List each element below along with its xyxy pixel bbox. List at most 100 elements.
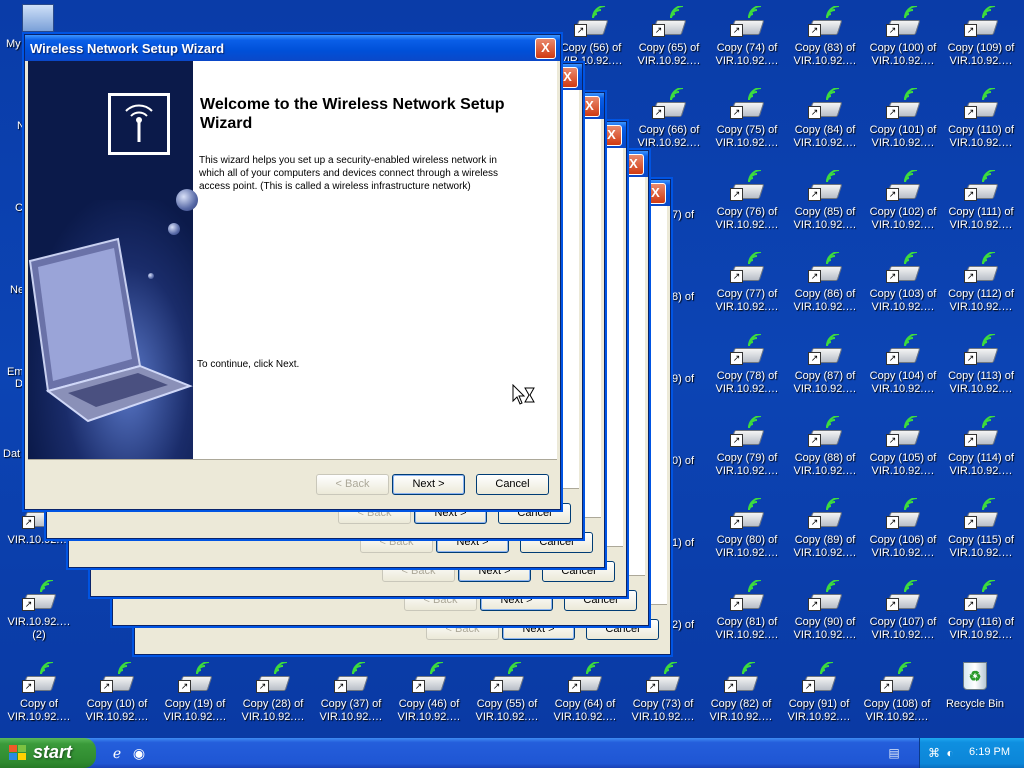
title-bar[interactable]: Wireless Network Setup Wizard [25, 35, 560, 61]
wireless-shortcut-icon: ↗ [651, 88, 687, 120]
desktop-icon-left-b[interactable]: ↗ VIR.10.92.… (2) [0, 578, 78, 648]
desktop-icon-bottom2[interactable]: ↗ Copy (19) of VIR.10.92.… [156, 660, 234, 730]
wireless-shortcut-icon: ↗ [729, 498, 765, 530]
wireless-shortcut-icon: ↗ [885, 416, 921, 448]
desktop-icon-r6c2[interactable]: ↗ Copy (106) of VIR.10.92.… [864, 496, 942, 566]
clock[interactable]: 6:19 PM [969, 746, 1010, 758]
laptop-illustration [28, 231, 193, 461]
next-button[interactable]: Next > [392, 474, 465, 495]
internet-explorer-icon[interactable]: ℯ [108, 744, 126, 762]
desktop-icon-r2c0[interactable]: ↗ Copy (76) of VIR.10.92.… [708, 168, 786, 238]
desktop-icon-r1c3[interactable]: ↗ Copy (101) of VIR.10.92.… [864, 86, 942, 156]
back-button[interactable]: < Back [316, 474, 389, 495]
desktop-icon-r3c1[interactable]: ↗ Copy (86) of VIR.10.92.… [786, 250, 864, 320]
close-button[interactable]: X [535, 38, 556, 59]
wizard-window[interactable]: Wireless Network Setup Wizard X Welcome to… [24, 34, 561, 510]
desktop-icon-r0c2[interactable]: ↗ Copy (74) of VIR.10.92.… [708, 4, 786, 74]
wireless-shortcut-icon: ↗ [729, 334, 765, 366]
desktop-icon-r0c5[interactable]: ↗ Copy (109) of VIR.10.92.… [942, 4, 1020, 74]
desktop-icon-bottom8[interactable]: ↗ Copy (73) of VIR.10.92.… [624, 660, 702, 730]
wireless-shortcut-icon: ↗ [729, 170, 765, 202]
desktop-icon-r3c0[interactable]: ↗ Copy (77) of VIR.10.92.… [708, 250, 786, 320]
desktop-icon-r5c3[interactable]: ↗ Copy (114) of VIR.10.92.… [942, 414, 1020, 484]
desktop-icon-r0c4[interactable]: ↗ Copy (100) of VIR.10.92.… [864, 4, 942, 74]
desktop-icon-bottom11[interactable]: ↗ Copy (108) of VIR.10.92.… [858, 660, 936, 730]
network-icon[interactable]: ⌘ [926, 745, 942, 761]
desktop-icon-r0c1[interactable]: ↗ Copy (65) of VIR.10.92.… [630, 4, 708, 74]
desktop-icon-bottom6[interactable]: ↗ Copy (55) of VIR.10.92.… [468, 660, 546, 730]
partial-icon-label: 9) of [672, 373, 695, 385]
desktop-icon-r4c2[interactable]: ↗ Copy (104) of VIR.10.92.… [864, 332, 942, 402]
desktop-icon-r4c1[interactable]: ↗ Copy (87) of VIR.10.92.… [786, 332, 864, 402]
desktop-icon-r1c2[interactable]: ↗ Copy (84) of VIR.10.92.… [786, 86, 864, 156]
wireless-shortcut-icon: ↗ [963, 88, 999, 120]
desktop-icon-r7c1[interactable]: ↗ Copy (90) of VIR.10.92.… [786, 578, 864, 648]
desktop-icon-r1c1[interactable]: ↗ Copy (75) of VIR.10.92.… [708, 86, 786, 156]
wireless-shortcut-icon: ↗ [879, 662, 915, 694]
partial-icon-label: 8) of [672, 291, 695, 303]
cancel-button[interactable]: Cancel [476, 474, 549, 495]
desktop-icon-r2c2[interactable]: ↗ Copy (102) of VIR.10.92.… [864, 168, 942, 238]
desktop-icon-r4c0[interactable]: ↗ Copy (78) of VIR.10.92.… [708, 332, 786, 402]
desktop-icon-r6c0[interactable]: ↗ Copy (80) of VIR.10.92.… [708, 496, 786, 566]
wireless-shortcut-icon: ↗ [963, 252, 999, 284]
wireless-shortcut-icon: ↗ [489, 662, 525, 694]
desktop-icon-r5c0[interactable]: ↗ Copy (79) of VIR.10.92.… [708, 414, 786, 484]
partial-icon-label: Em [7, 366, 24, 378]
wizard-description: This wizard helps you set up a security-… [199, 155, 499, 192]
my-computer-icon[interactable] [22, 4, 54, 32]
start-label: start [33, 742, 73, 762]
wireless-shortcut-icon: ↗ [723, 662, 759, 694]
wireless-shortcut-icon: ↗ [729, 252, 765, 284]
desktop-icon-r6c1[interactable]: ↗ Copy (89) of VIR.10.92.… [786, 496, 864, 566]
recycle-bin[interactable]: ♻ Recycle Bin [936, 660, 1014, 730]
wireless-shortcut-icon: ↗ [963, 6, 999, 38]
desktop-icon-r5c1[interactable]: ↗ Copy (88) of VIR.10.92.… [786, 414, 864, 484]
desktop-icon-r3c3[interactable]: ↗ Copy (112) of VIR.10.92.… [942, 250, 1020, 320]
wireless-antenna-icon [108, 93, 170, 155]
desktop-icon-r3c2[interactable]: ↗ Copy (103) of VIR.10.92.… [864, 250, 942, 320]
system-tray: ⌘ ◐ 6:19 PM [919, 738, 1024, 768]
desktop-icon-bottom1[interactable]: ↗ Copy (10) of VIR.10.92.… [78, 660, 156, 730]
recycle-bin-icon: ♻ [963, 662, 987, 690]
desktop-icon-r7c2[interactable]: ↗ Copy (107) of VIR.10.92.… [864, 578, 942, 648]
desktop-icon-bottom10[interactable]: ↗ Copy (91) of VIR.10.92.… [780, 660, 858, 730]
wireless-shortcut-icon: ↗ [21, 580, 57, 612]
busy-cursor-icon [512, 383, 536, 406]
desktop-icon-r2c3[interactable]: ↗ Copy (111) of VIR.10.92.… [942, 168, 1020, 238]
wireless-shortcut-icon: ↗ [21, 662, 57, 694]
desktop-icon-r5c2[interactable]: ↗ Copy (105) of VIR.10.92.… [864, 414, 942, 484]
wireless-shortcut-icon: ↗ [807, 6, 843, 38]
wireless-shortcut-icon: ↗ [99, 662, 135, 694]
desktop-icon-r6c3[interactable]: ↗ Copy (115) of VIR.10.92.… [942, 496, 1020, 566]
wireless-shortcut-icon: ↗ [729, 580, 765, 612]
desktop-icon-r7c3[interactable]: ↗ Copy (116) of VIR.10.92.… [942, 578, 1020, 648]
wireless-shortcut-icon: ↗ [963, 170, 999, 202]
wireless-shortcut-icon: ↗ [807, 416, 843, 448]
windows-logo-icon [9, 745, 27, 761]
desktop-icon-bottom4[interactable]: ↗ Copy (37) of VIR.10.92.… [312, 660, 390, 730]
desktop-icon-bottom7[interactable]: ↗ Copy (64) of VIR.10.92.… [546, 660, 624, 730]
desktop-icon-bottom0[interactable]: ↗ Copy of VIR.10.92.… [0, 660, 78, 730]
wizard-heading: Welcome to the Wireless Network Setup Wi… [200, 96, 505, 132]
wireless-shortcut-icon: ↗ [807, 252, 843, 284]
volume-icon[interactable]: ◐ [942, 745, 958, 761]
desktop-icon-r2c1[interactable]: ↗ Copy (85) of VIR.10.92.… [786, 168, 864, 238]
desktop-icon-r7c0[interactable]: ↗ Copy (81) of VIR.10.92.… [708, 578, 786, 648]
desktop-icon-bottom3[interactable]: ↗ Copy (28) of VIR.10.92.… [234, 660, 312, 730]
wireless-shortcut-icon: ↗ [177, 662, 213, 694]
taskbar: start ℯ ◉ ▤ ⌘ ◐ 6:19 PM [0, 738, 1024, 768]
keyboard-icon[interactable]: ▤ [886, 745, 902, 761]
media-player-icon[interactable]: ◉ [130, 744, 148, 762]
desktop-icon-r1c4[interactable]: ↗ Copy (110) of VIR.10.92.… [942, 86, 1020, 156]
desktop-icon-bottom9[interactable]: ↗ Copy (82) of VIR.10.92.… [702, 660, 780, 730]
desktop-icon-r1c0[interactable]: ↗ Copy (66) of VIR.10.92.… [630, 86, 708, 156]
desktop-icon-r4c3[interactable]: ↗ Copy (113) of VIR.10.92.… [942, 332, 1020, 402]
desktop-icon-r0c3[interactable]: ↗ Copy (83) of VIR.10.92.… [786, 4, 864, 74]
wireless-shortcut-icon: ↗ [885, 498, 921, 530]
desktop-icon-bottom5[interactable]: ↗ Copy (46) of VIR.10.92.… [390, 660, 468, 730]
start-button[interactable]: start [0, 738, 96, 768]
wizard-client-area: Welcome to the Wireless Network Setup Wi… [28, 61, 557, 506]
wireless-shortcut-icon: ↗ [885, 252, 921, 284]
wireless-shortcut-icon: ↗ [885, 88, 921, 120]
